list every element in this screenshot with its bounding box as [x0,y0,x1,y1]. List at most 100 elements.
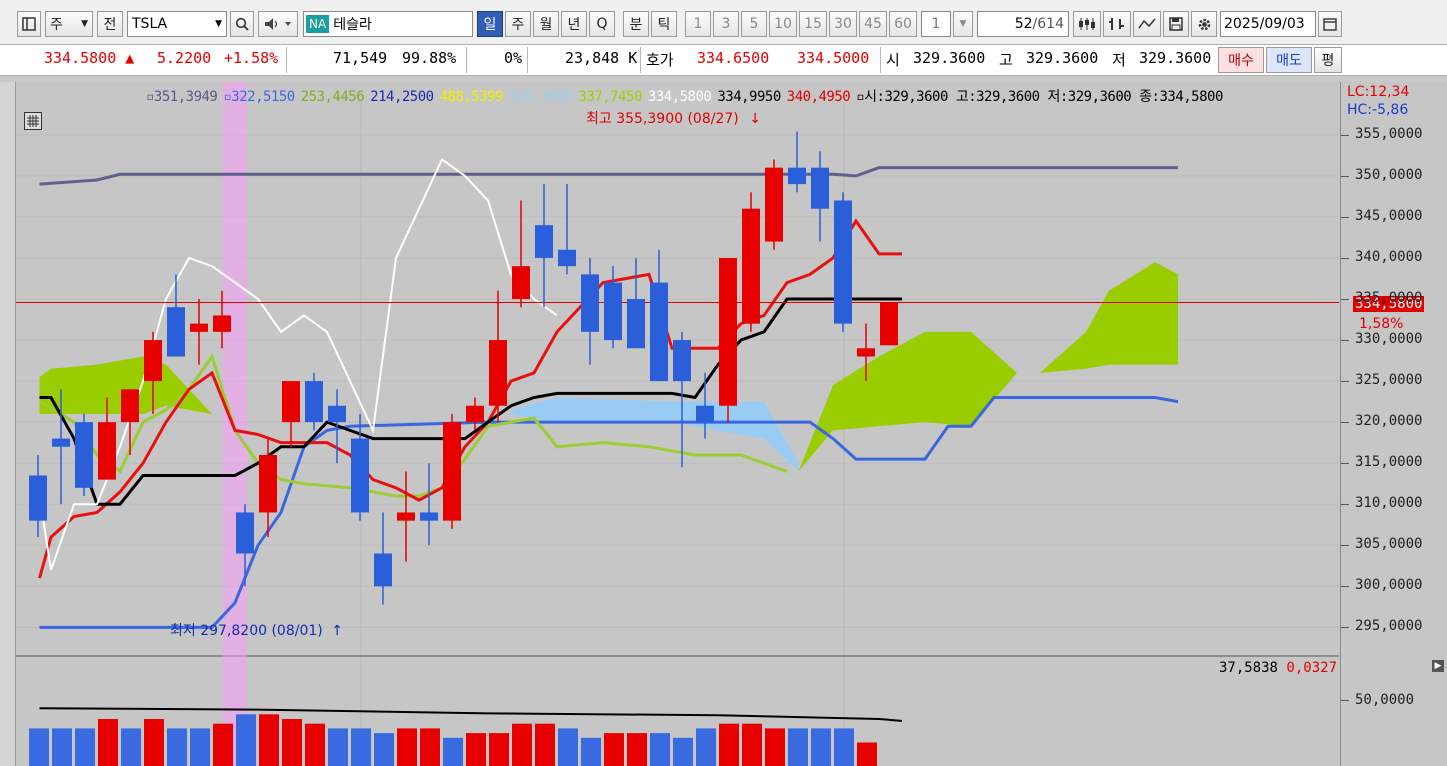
candle-body [259,454,277,513]
axis-tick-mark [1341,422,1349,424]
volume-readout: 37,5838 0,0327 [1218,660,1337,676]
price-axis[interactable]: LC:12,34 HC:-5,86 334,5800 1,58% 50,0000… [1340,82,1447,766]
volume-bar [696,728,716,766]
volume-bar [167,728,187,766]
gear-icon[interactable] [1191,11,1217,37]
chart-area[interactable]: ▫351,3949 ▫322,5150 253,4456 214,2500 488,53… [16,82,1339,766]
axis-tick-label: 315,0000 [1355,454,1423,471]
interval-30-button[interactable]: 30 [829,11,857,37]
volume-bar [811,728,831,766]
volume-bar [857,742,877,766]
interval-1-button[interactable]: 1 [685,11,711,37]
hc-label: HC:-5,86 [1347,102,1409,118]
candle-body [29,475,47,521]
volume-bar [52,728,72,766]
candle-body [834,200,852,324]
axis-tick-label: 355,0000 [1355,125,1423,142]
indicator-legend: ▫351,3949 ▫322,5150 253,4456 214,2500 488,53… [146,86,1223,106]
price-change: 5.2200 [157,49,212,67]
candle-body [811,167,829,209]
candle-body [719,257,737,406]
type-label: 주 [50,17,63,33]
axis-tick-label: 295,0000 [1355,618,1423,635]
period-day-button[interactable]: 일 [477,11,503,37]
legend-value: 334,9950 [717,89,781,105]
buy-button[interactable]: 매수 [1218,47,1264,73]
candle-body [52,438,70,447]
period-minute-button[interactable]: 분 [623,11,649,37]
candle-body [443,422,461,521]
layout-icon[interactable] [17,11,41,37]
volume-bar [788,728,808,766]
eval-button[interactable]: 평 [1314,47,1342,73]
axis-tick-mark [1341,257,1349,259]
type-selector[interactable]: 주 ▼ [45,11,93,37]
candle-tool-icon[interactable] [1073,11,1101,37]
interval-3-button[interactable]: 3 [713,11,739,37]
base-line-blue [39,396,1179,629]
candle-body [558,249,576,267]
candle-body [604,282,622,341]
multiplier-dropdown-icon[interactable]: ▼ [953,11,973,37]
page-count-field[interactable]: 52 /614 [977,11,1069,37]
left-scroll-strip[interactable] [0,82,16,766]
legend-value: ▫322,5150 [223,89,295,105]
candle-body [673,340,691,382]
axis-tick-mark [1341,340,1349,342]
axis-tick-label: 330,0000 [1355,331,1423,348]
calendar-icon[interactable] [1318,11,1342,37]
candle-body [213,315,231,332]
candle-body [581,274,599,332]
candle-body [765,167,783,242]
volume-bar [374,733,394,766]
volume-bar [259,714,279,766]
price-chart[interactable] [16,82,1339,766]
high-label: 고 [999,51,1013,69]
ask-price: 334.6500 [697,49,770,67]
interval-10-button[interactable]: 10 [769,11,797,37]
period-quarter-button[interactable]: Q [589,11,615,37]
scroll-marker-icon[interactable]: ▶ [1432,660,1444,672]
stock-name-field[interactable]: NA 테슬라 [303,11,473,37]
sell-button[interactable]: 매도 [1266,47,1312,73]
volume-bar [305,723,325,766]
bar-tool-icon[interactable] [1103,11,1131,37]
candle-body [397,512,415,521]
market-button[interactable]: 전 [97,11,123,37]
period-tick-button[interactable]: 틱 [651,11,677,37]
volume-ratio: 99.88% [402,49,457,67]
axis-tick-label: 325,0000 [1355,372,1423,389]
interval-60-button[interactable]: 60 [889,11,917,37]
interval-5-button[interactable]: 5 [741,11,767,37]
low-marker: 최저 297,8200 (08/01) ↑ [170,623,343,639]
date-field[interactable]: 2025/09/03 [1220,11,1316,37]
highlight-column [223,82,247,766]
axis-tick-label: 345,0000 [1355,207,1423,224]
candle-body [466,405,484,423]
period-year-button[interactable]: 년 [561,11,587,37]
volume-bar [397,728,417,766]
open-value: 329.3600 [913,49,986,67]
symbol-input[interactable]: TSLA ▼ [127,11,227,37]
multiplier-field[interactable]: 1 [921,11,951,37]
legend-value: 488,5399 [439,89,504,105]
candle-body [742,208,760,324]
volume-bar [443,737,463,766]
candle-body [236,512,254,554]
symbol-dropdown-icon[interactable]: ▼ [215,19,226,29]
search-icon[interactable] [230,11,254,37]
save-icon[interactable] [1163,11,1189,37]
interval-45-button[interactable]: 45 [859,11,887,37]
interval-15-button[interactable]: 15 [799,11,827,37]
volume-bar [75,728,95,766]
line-tool-icon[interactable] [1133,11,1161,37]
volume-bar [351,728,371,766]
period-month-button[interactable]: 월 [533,11,559,37]
speaker-icon[interactable] [258,11,298,37]
volume-bar [144,719,164,766]
volume-ma-line [39,707,903,722]
legend-ohlc: ▫시:329,3600 고:329,3600 저:329,3600 종:334,… [856,89,1223,105]
period-week-button[interactable]: 주 [505,11,531,37]
candle-body [374,553,392,587]
chart-settings-icon[interactable] [24,112,42,130]
